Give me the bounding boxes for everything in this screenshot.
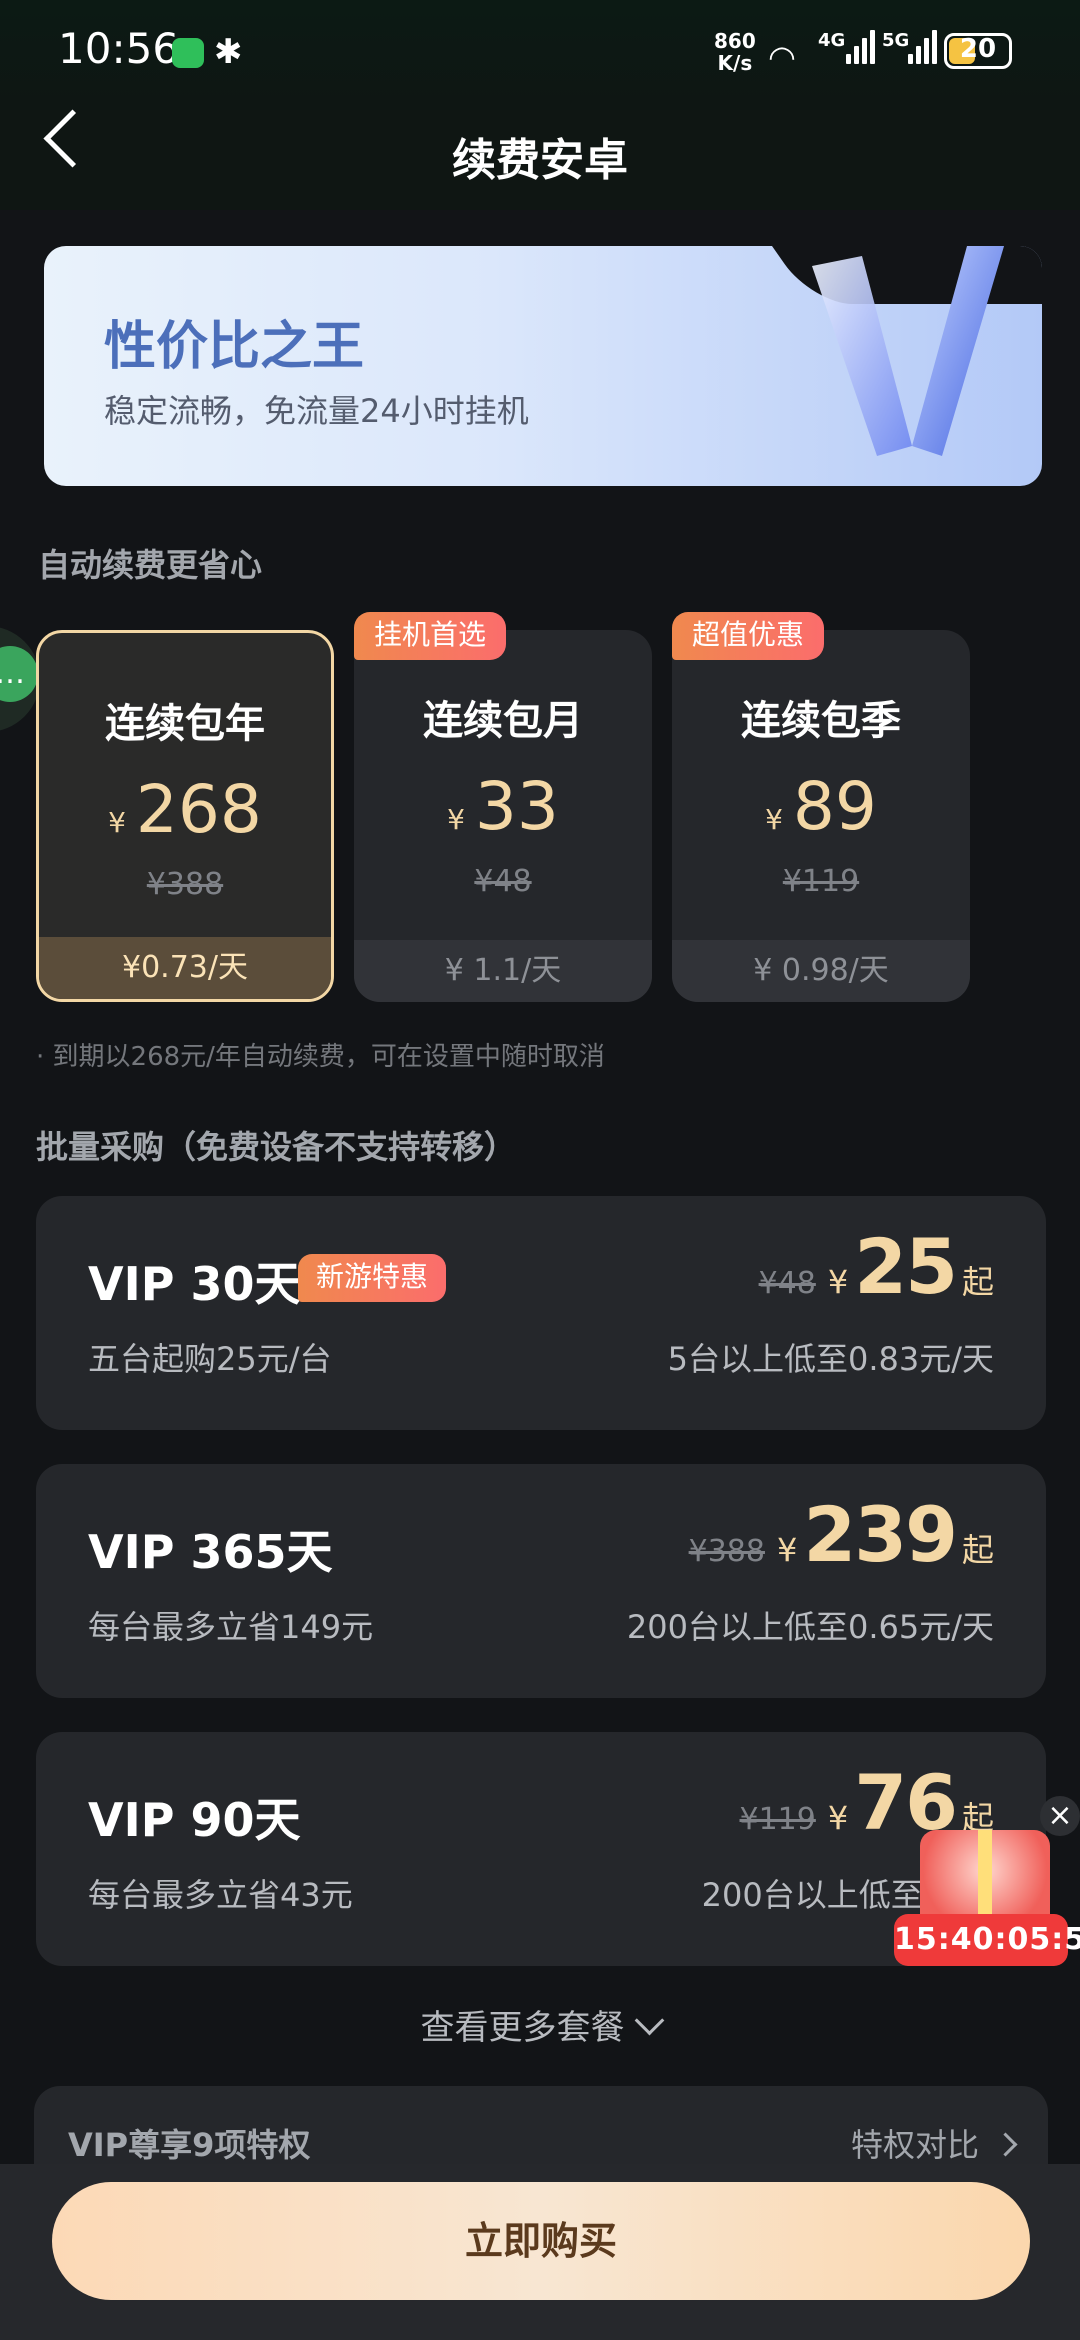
price-value: 25 — [854, 1222, 958, 1311]
page-title: 续费安卓 — [452, 135, 628, 186]
plan-price: ¥268 — [39, 771, 331, 848]
buy-now-button[interactable]: 立即购买 — [52, 2182, 1030, 2300]
vip-logo-icon — [812, 246, 1005, 456]
battery-level: 20 — [959, 34, 997, 64]
bulk-desc: 五台起购25元/台 — [88, 1340, 332, 1378]
bulk-section-title: 批量采购（免费设备不支持转移） — [36, 1128, 517, 1166]
chat-bubble-icon: … — [0, 646, 38, 702]
price-suffix: 起 — [961, 1263, 994, 1301]
compare-label: 特权对比 — [850, 2126, 979, 2164]
net-speed-value: 860 — [714, 29, 756, 53]
currency: ¥ — [765, 803, 783, 836]
plan-badge: 超值优惠 — [672, 612, 825, 660]
net-speed-unit: K/s — [717, 51, 753, 75]
per-day-price: ¥0.73/天 — [39, 937, 331, 999]
auto-renew-notice: · 到期以268元/年自动续费，可在设置中随时取消 — [36, 1042, 605, 1072]
plan-price: ¥33 — [354, 768, 652, 845]
price-value: 268 — [135, 771, 262, 848]
more-packages-link[interactable]: 查看更多套餐 — [0, 2000, 1080, 2049]
signal-4g-icon — [846, 30, 875, 64]
currency: ¥ — [776, 1531, 798, 1569]
plan-card-quarterly[interactable]: 连续包季 ¥89 ¥119 ¥ 0.98/天 — [672, 630, 970, 1002]
plan-price: ¥89 — [672, 768, 970, 845]
currency: ¥ — [447, 803, 465, 836]
bulk-desc: 每台最多立省149元 — [88, 1608, 374, 1646]
wifi-icon: ◠ — [768, 38, 796, 76]
promo-banner: 性价比之王 稳定流畅，免流量24小时挂机 — [44, 246, 1042, 486]
original-price: ¥48 — [758, 1266, 816, 1301]
status-bar: 10:56 ✱ 860 K/s ◠ 4G 5G 20 — [0, 0, 1080, 110]
plan-name: 连续包月 — [423, 698, 583, 744]
price-value: 89 — [792, 768, 877, 845]
original-price: ¥388 — [146, 867, 224, 902]
bluetooth-icon: ✱ — [214, 32, 243, 72]
bulk-price: ¥48 ¥ 25 起 — [759, 1222, 994, 1311]
currency: ¥ — [827, 1263, 849, 1301]
bulk-title: VIP 30天 — [88, 1257, 301, 1311]
per-day-price: ¥ 0.98/天 — [672, 940, 970, 1002]
battery-icon: 20 — [944, 33, 1012, 69]
side-chat-button[interactable]: … — [0, 626, 40, 732]
network-4g-label: 4G — [818, 30, 846, 51]
chevron-right-icon — [993, 2132, 1018, 2157]
privileges-compare-link[interactable]: 特权对比 — [850, 2120, 1018, 2166]
price-suffix: 起 — [961, 1531, 994, 1569]
price-value: 239 — [803, 1490, 958, 1579]
price-value: 33 — [474, 768, 559, 845]
bulk-right-desc: 5台以上低至0.83元/天 — [667, 1340, 994, 1378]
more-packages-label: 查看更多套餐 — [420, 2008, 625, 2048]
plan-name: 连续包季 — [741, 698, 901, 744]
signal-5g-icon — [908, 30, 937, 64]
bulk-price: ¥388 ¥ 239 起 — [689, 1490, 994, 1579]
original-price: ¥119 — [782, 864, 860, 899]
wechat-icon — [172, 38, 204, 68]
banner-title: 性价比之王 — [104, 317, 365, 377]
original-price: ¥388 — [688, 1534, 765, 1569]
bulk-right-desc: 200台以上低至0.65元/天 — [626, 1608, 994, 1646]
plan-badge: 挂机首选 — [354, 612, 507, 660]
plan-card-yearly[interactable]: 连续包年 ¥268 ¥388 ¥0.73/天 — [36, 630, 334, 1002]
banner-subtitle: 稳定流畅，免流量24小时挂机 — [104, 392, 529, 430]
plan-name: 连续包年 — [105, 701, 265, 747]
per-day-price: ¥ 1.1/天 — [354, 940, 652, 1002]
privileges-label: VIP尊享9项特权 — [68, 2126, 311, 2164]
plan-card-monthly[interactable]: 连续包月 ¥33 ¥48 ¥ 1.1/天 — [354, 630, 652, 1002]
auto-renew-section-title: 自动续费更省心 — [38, 546, 263, 584]
currency: ¥ — [827, 1799, 849, 1837]
original-price: ¥48 — [474, 864, 532, 899]
new-game-tag: 新游特惠 — [298, 1254, 447, 1302]
original-price: ¥119 — [739, 1802, 816, 1837]
gift-countdown: 15:40:05:58 — [894, 1914, 1080, 1966]
net-speed: 860 K/s — [714, 30, 756, 74]
network-5g-label: 5G — [882, 30, 910, 51]
bulk-card-vip365[interactable]: VIP 365天 ¥388 ¥ 239 起 每台最多立省149元 200台以上低… — [36, 1464, 1046, 1698]
currency: ¥ — [108, 806, 126, 839]
bulk-title: VIP 90天 — [88, 1793, 301, 1847]
bulk-title: VIP 365天 — [88, 1525, 333, 1579]
bulk-desc: 每台最多立省43元 — [88, 1876, 353, 1914]
chevron-down-icon — [634, 2005, 664, 2036]
clock: 10:56 — [58, 24, 180, 73]
bulk-card-vip30[interactable]: VIP 30天 新游特惠 ¥48 ¥ 25 起 五台起购25元/台 5台以上低至… — [36, 1196, 1046, 1430]
